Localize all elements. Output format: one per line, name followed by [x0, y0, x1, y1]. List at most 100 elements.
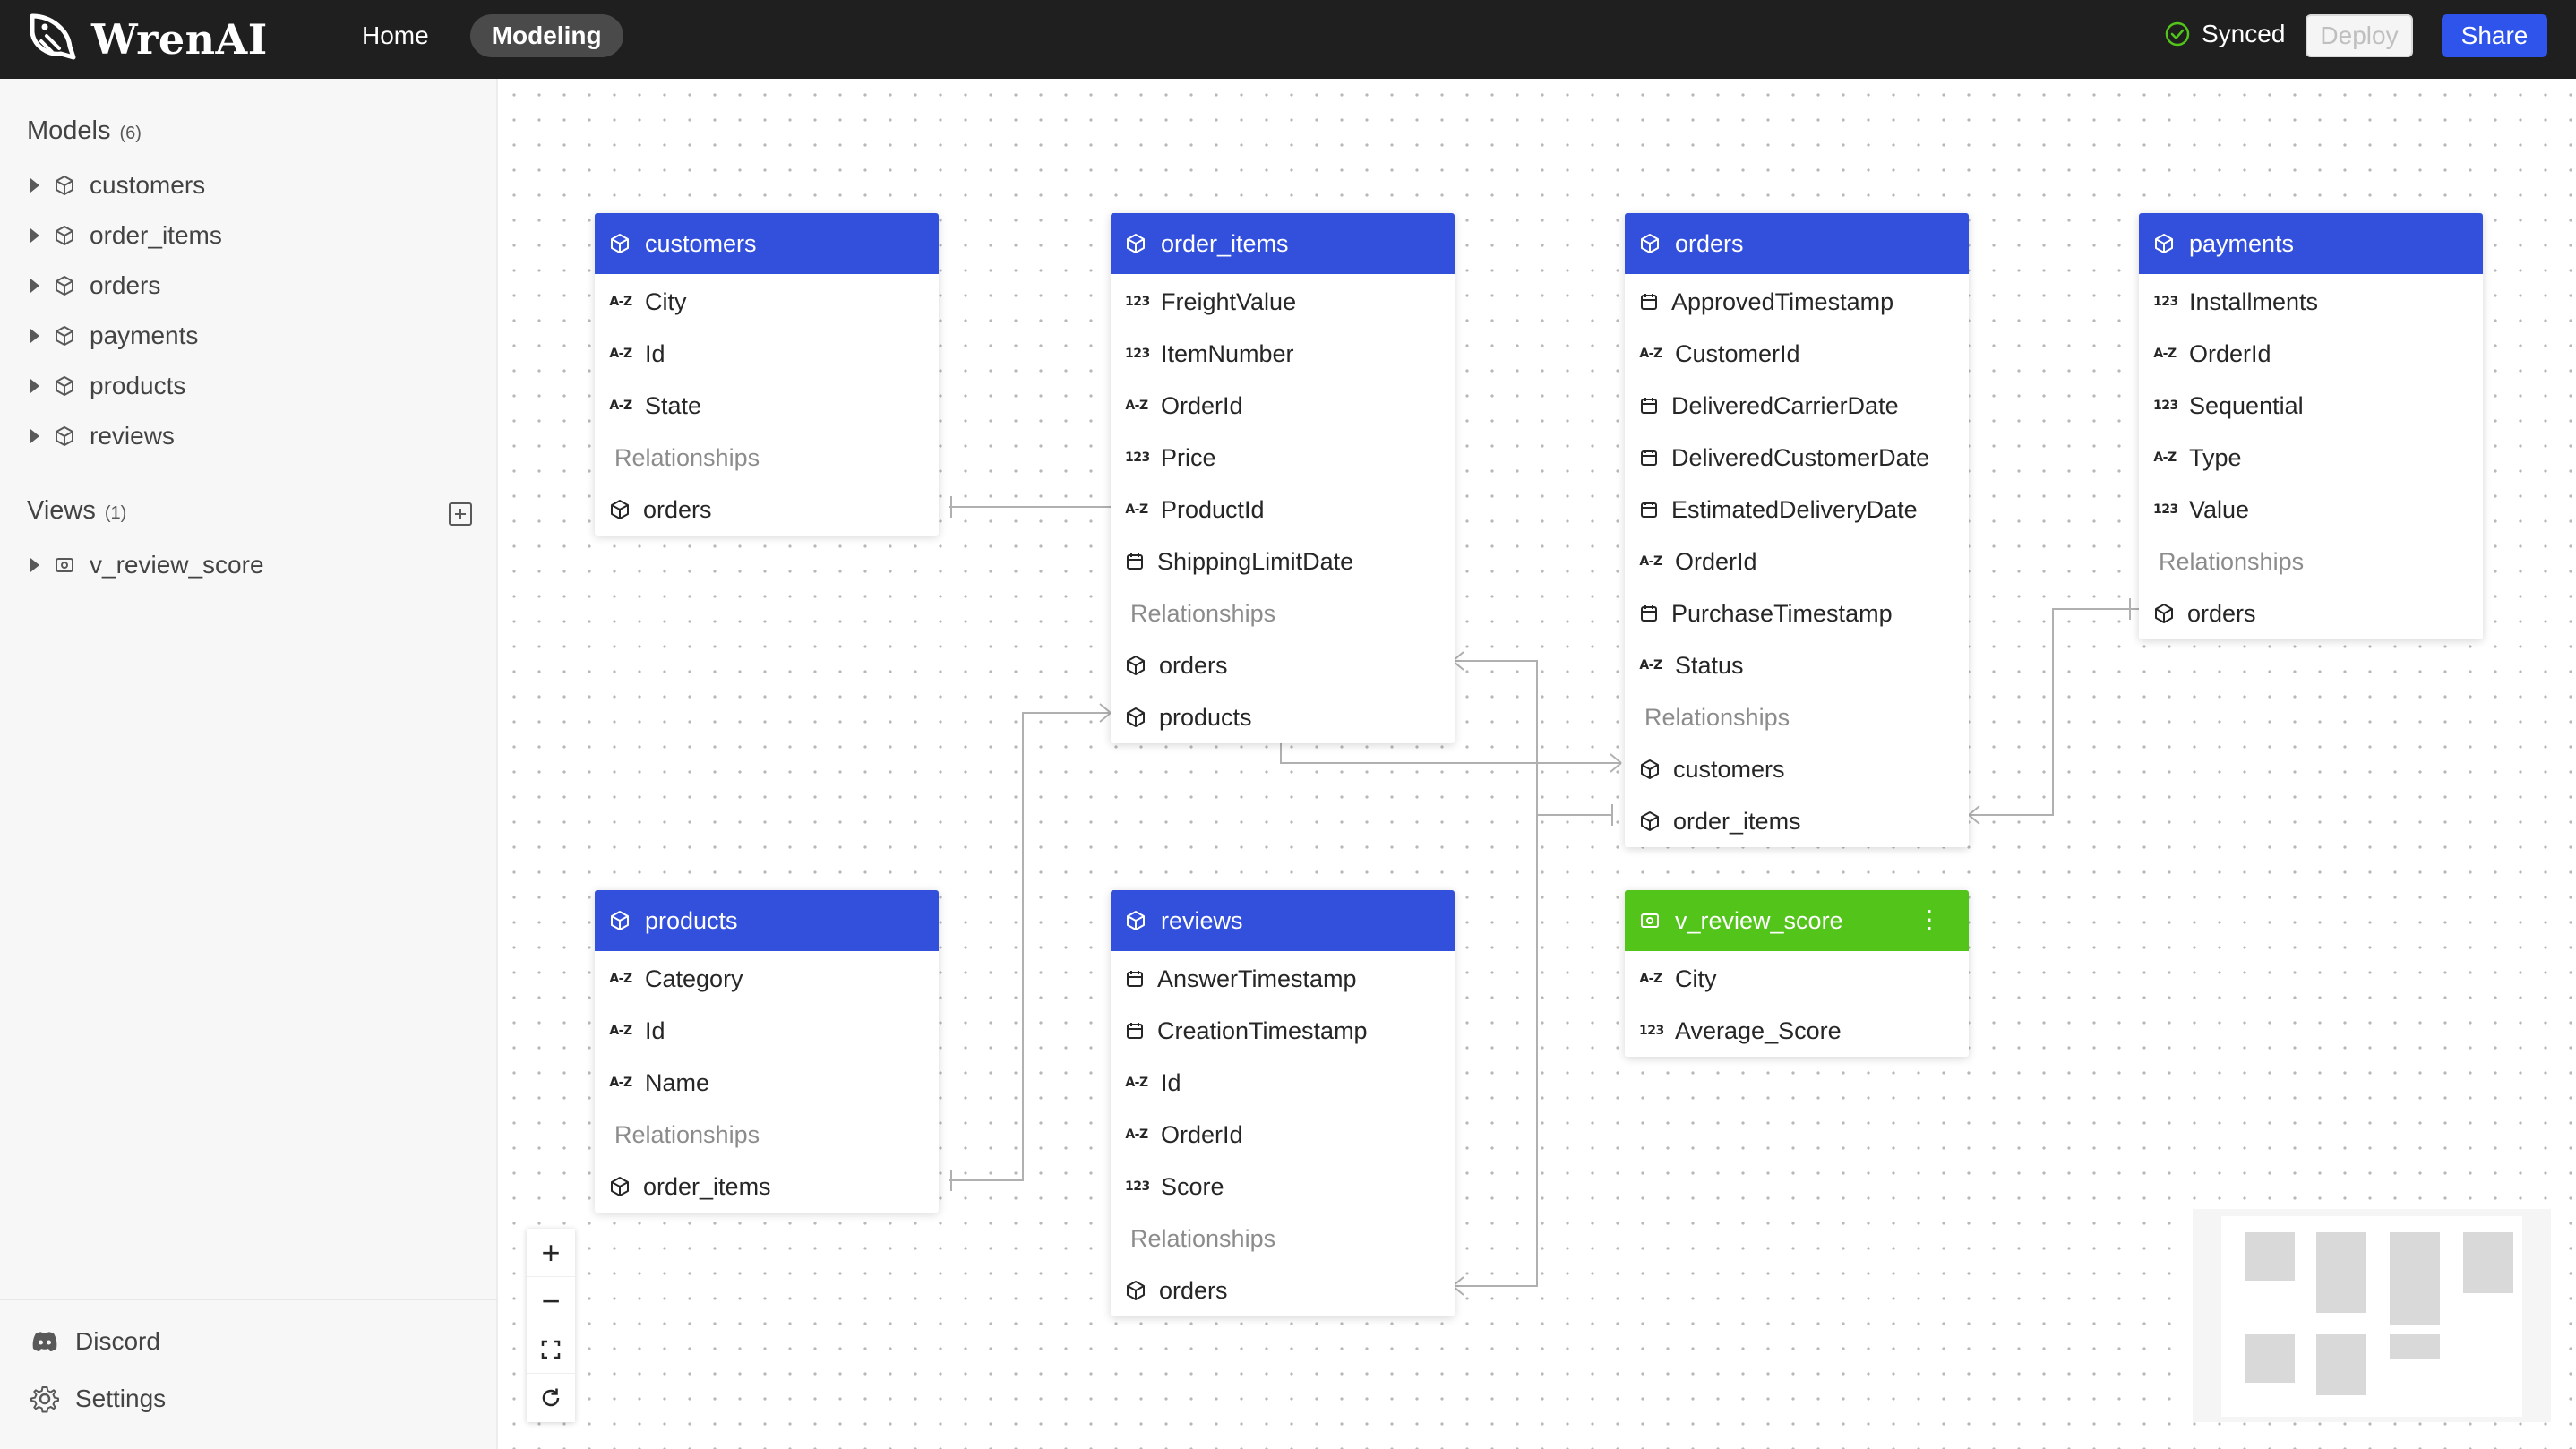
wrenai-logo[interactable]: WrenAI — [25, 7, 268, 72]
discord-label: Discord — [75, 1327, 160, 1355]
field-row[interactable]: A-Z State — [595, 380, 939, 432]
node-header[interactable]: order_items — [1111, 213, 1455, 274]
node-title: customers — [645, 229, 757, 257]
field-row[interactable]: A-Z Id — [1111, 1057, 1455, 1109]
field-row[interactable]: 123 ItemNumber — [1111, 328, 1455, 380]
sync-status-label: Synced — [2202, 20, 2286, 47]
sidebar-item-customers[interactable]: customers — [30, 163, 205, 208]
relationship-row[interactable]: orders — [595, 484, 939, 536]
sidebar-item-v_review_score[interactable]: v_review_score — [30, 543, 264, 587]
settings-link[interactable]: Settings — [30, 1385, 166, 1413]
field-row[interactable]: 123 Score — [1111, 1161, 1455, 1213]
text-type-icon: A-Z — [1125, 502, 1148, 517]
field-row[interactable]: A-Z Name — [595, 1057, 939, 1109]
relationship-row[interactable]: order_items — [1625, 795, 1969, 847]
app-name: WrenAI — [91, 15, 268, 64]
model-node-order_items[interactable]: order_items 123 FreightValue 123 ItemNumbe… — [1111, 213, 1455, 743]
deploy-button[interactable]: Deploy — [2306, 14, 2413, 57]
field-row[interactable]: A-Z Category — [595, 953, 939, 1005]
field-row[interactable]: A-Z City — [1625, 953, 1969, 1005]
field-row[interactable]: 123 Average_Score — [1625, 1005, 1969, 1057]
field-row[interactable]: 123 Installments — [2139, 276, 2483, 328]
field-row[interactable]: ShippingLimitDate — [1111, 536, 1455, 587]
field-row[interactable]: A-Z CustomerId — [1625, 328, 1969, 380]
share-button[interactable]: Share — [2442, 14, 2547, 57]
sidebar-item-reviews[interactable]: reviews — [30, 414, 175, 459]
node-header[interactable]: customers — [595, 213, 939, 274]
field-row[interactable]: A-Z Status — [1625, 639, 1969, 691]
node-header[interactable]: v_review_score ⋮ — [1625, 890, 1969, 951]
relationship-row[interactable]: customers — [1625, 743, 1969, 795]
cube-icon — [56, 276, 73, 296]
relationship-name: customers — [1673, 755, 1785, 783]
model-node-orders[interactable]: orders ApprovedTimestamp A-Z CustomerId D… — [1625, 213, 1969, 847]
field-row[interactable]: EstimatedDeliveryDate — [1625, 484, 1969, 536]
model-node-reviews[interactable]: reviews AnswerTimestamp CreationTimestam… — [1111, 890, 1455, 1316]
field-row[interactable]: 123 FreightValue — [1111, 276, 1455, 328]
field-name: Id — [645, 339, 665, 367]
zoom-in-icon[interactable]: + — [527, 1229, 575, 1277]
field-row[interactable]: A-Z OrderId — [1111, 1109, 1455, 1161]
field-row[interactable]: A-Z City — [595, 276, 939, 328]
relationship-row[interactable]: order_items — [595, 1161, 939, 1213]
view-icon — [1641, 913, 1659, 928]
caret-right-icon[interactable] — [30, 379, 39, 393]
field-row[interactable]: ApprovedTimestamp — [1625, 276, 1969, 328]
node-header[interactable]: reviews — [1111, 890, 1455, 951]
node-title: v_review_score — [1675, 906, 1843, 934]
field-row[interactable]: A-Z Id — [595, 1005, 939, 1057]
number-type-icon: 123 — [1125, 1179, 1150, 1194]
caret-right-icon[interactable] — [30, 178, 39, 193]
field-row[interactable]: PurchaseTimestamp — [1625, 587, 1969, 639]
field-name: State — [645, 391, 702, 419]
field-name: ApprovedTimestamp — [1671, 287, 1894, 315]
field-row[interactable]: A-Z OrderId — [1625, 536, 1969, 587]
model-node-products[interactable]: products A-Z Category A-Z Id A-Z Name Relat… — [595, 890, 939, 1213]
zoom-out-icon[interactable]: − — [527, 1277, 575, 1325]
sidebar-item-order_items[interactable]: order_items — [30, 213, 222, 258]
field-row[interactable]: 123 Price — [1111, 432, 1455, 484]
nav-home[interactable]: Home — [340, 14, 451, 57]
field-row[interactable]: 123 Sequential — [2139, 380, 2483, 432]
add-view-icon[interactable] — [448, 502, 473, 527]
relationship-row[interactable]: orders — [1111, 639, 1455, 691]
caret-right-icon[interactable] — [30, 558, 39, 572]
field-row[interactable]: A-Z ProductId — [1111, 484, 1455, 536]
sidebar-item-payments[interactable]: payments — [30, 313, 198, 358]
top-navbar: WrenAI Home Modeling Synced Deploy Share — [0, 0, 2576, 79]
number-type-icon: 123 — [2153, 295, 2178, 309]
field-row[interactable]: DeliveredCustomerDate — [1625, 432, 1969, 484]
sidebar-item-orders[interactable]: orders — [30, 263, 160, 308]
text-type-icon: A-Z — [609, 1024, 632, 1038]
model-node-payments[interactable]: payments 123 Installments A-Z OrderId 123 S… — [2139, 213, 2483, 639]
nav-modeling[interactable]: Modeling — [469, 14, 623, 57]
field-row[interactable]: AnswerTimestamp — [1111, 953, 1455, 1005]
field-row[interactable]: A-Z Id — [595, 328, 939, 380]
model-node-customers[interactable]: customers A-Z City A-Z Id A-Z State Relatio… — [595, 213, 939, 536]
field-row[interactable]: A-Z OrderId — [1111, 380, 1455, 432]
relationship-name: orders — [2187, 599, 2256, 627]
reset-icon[interactable] — [527, 1374, 575, 1422]
fit-view-icon[interactable] — [527, 1325, 575, 1374]
caret-right-icon[interactable] — [30, 279, 39, 293]
node-header[interactable]: orders — [1625, 213, 1969, 274]
field-row[interactable]: A-Z OrderId — [2139, 328, 2483, 380]
relationship-row[interactable]: orders — [2139, 587, 2483, 639]
cube-icon — [1127, 234, 1145, 253]
more-vertical-icon[interactable]: ⋮ — [1917, 906, 1942, 933]
minimap[interactable] — [2193, 1209, 2551, 1422]
caret-right-icon[interactable] — [30, 228, 39, 243]
field-row[interactable]: 123 Value — [2139, 484, 2483, 536]
view-node-v_review_score[interactable]: v_review_score ⋮ A-Z City 123 Average_Scor… — [1625, 890, 1969, 1057]
node-header[interactable]: products — [595, 890, 939, 951]
discord-link[interactable]: Discord — [30, 1327, 160, 1356]
caret-right-icon[interactable] — [30, 429, 39, 443]
relationship-row[interactable]: orders — [1111, 1265, 1455, 1316]
sidebar-item-products[interactable]: products — [30, 364, 185, 408]
caret-right-icon[interactable] — [30, 329, 39, 343]
node-header[interactable]: payments — [2139, 213, 2483, 274]
field-row[interactable]: DeliveredCarrierDate — [1625, 380, 1969, 432]
field-row[interactable]: CreationTimestamp — [1111, 1005, 1455, 1057]
relationship-row[interactable]: products — [1111, 691, 1455, 743]
field-row[interactable]: A-Z Type — [2139, 432, 2483, 484]
